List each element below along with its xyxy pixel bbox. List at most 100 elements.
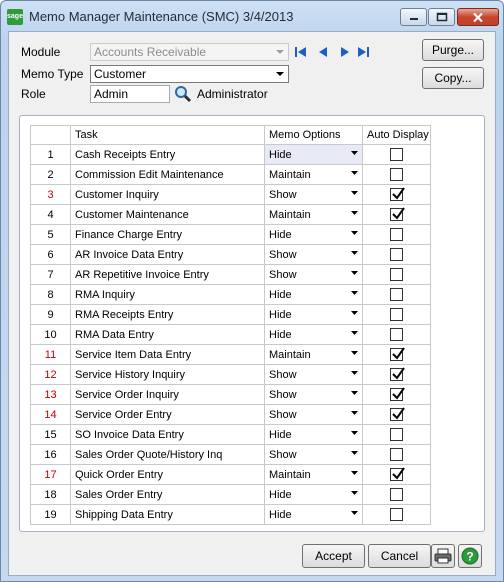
auto-display-checkbox[interactable] xyxy=(390,328,403,341)
table-row[interactable]: 11 Service Item Data Entry Maintain xyxy=(30,344,431,365)
table-row[interactable]: 18 Sales Order Entry Hide xyxy=(30,484,431,505)
table-row[interactable]: 19 Shipping Data Entry Hide xyxy=(30,504,431,525)
memo-option-dropdown[interactable]: Show xyxy=(264,264,363,285)
table-row[interactable]: 8 RMA Inquiry Hide xyxy=(30,284,431,305)
memo-option-dropdown[interactable]: Maintain xyxy=(264,464,363,485)
task-name[interactable]: Service Order Entry xyxy=(70,404,265,425)
table-row[interactable]: 13 Service Order Inquiry Show xyxy=(30,384,431,405)
auto-display-checkbox[interactable] xyxy=(390,347,405,361)
memo-option-dropdown[interactable]: Hide xyxy=(264,224,363,245)
auto-display-checkbox[interactable] xyxy=(390,508,403,521)
auto-display-checkbox[interactable] xyxy=(390,367,405,381)
chevron-down-icon xyxy=(351,271,358,275)
memo-option-dropdown[interactable]: Maintain xyxy=(264,164,363,185)
purge-button[interactable]: Purge... xyxy=(422,39,484,61)
memo-option-dropdown[interactable]: Maintain xyxy=(264,344,363,365)
task-name[interactable]: Customer Inquiry xyxy=(70,184,265,205)
next-record-icon[interactable] xyxy=(338,45,352,59)
cancel-button[interactable]: Cancel xyxy=(368,544,431,568)
task-name[interactable]: Sales Order Quote/History Inq xyxy=(70,444,265,465)
table-row[interactable]: 15 SO Invoice Data Entry Hide xyxy=(30,424,431,445)
auto-display-checkbox[interactable] xyxy=(390,488,403,501)
task-name[interactable]: Quick Order Entry xyxy=(70,464,265,485)
table-row[interactable]: 1 Cash Receipts Entry Hide xyxy=(30,144,431,165)
auto-display-checkbox[interactable] xyxy=(390,268,403,281)
row-number: 2 xyxy=(30,164,71,185)
task-name[interactable]: AR Repetitive Invoice Entry xyxy=(70,264,265,285)
close-button[interactable] xyxy=(457,8,499,26)
help-button[interactable]: ? xyxy=(458,544,482,568)
memo-option-dropdown[interactable]: Hide xyxy=(264,144,363,165)
table-row[interactable]: 5 Finance Charge Entry Hide xyxy=(30,224,431,245)
memo-type-dropdown[interactable]: Customer xyxy=(90,65,289,83)
first-record-icon[interactable] xyxy=(294,45,308,59)
task-name[interactable]: Service History Inquiry xyxy=(70,364,265,385)
table-row[interactable]: 17 Quick Order Entry Maintain xyxy=(30,464,431,485)
memo-option-dropdown[interactable]: Hide xyxy=(264,324,363,345)
task-name[interactable]: Sales Order Entry xyxy=(70,484,265,505)
auto-display-checkbox[interactable] xyxy=(390,407,405,421)
table-row[interactable]: 9 RMA Receipts Entry Hide xyxy=(30,304,431,325)
memo-option-dropdown[interactable]: Hide xyxy=(264,484,363,505)
task-name[interactable]: Customer Maintenance xyxy=(70,204,265,225)
auto-display-checkbox[interactable] xyxy=(390,448,403,461)
module-dropdown[interactable]: Accounts Receivable xyxy=(90,43,289,61)
memo-option-dropdown[interactable]: Hide xyxy=(264,284,363,305)
chevron-down-icon xyxy=(351,151,358,155)
task-name[interactable]: Finance Charge Entry xyxy=(70,224,265,245)
minimize-button[interactable] xyxy=(400,8,427,26)
task-name[interactable]: Cash Receipts Entry xyxy=(70,144,265,165)
print-button[interactable] xyxy=(431,544,455,568)
task-name[interactable]: RMA Data Entry xyxy=(70,324,265,345)
checkmark-icon xyxy=(392,467,405,480)
memo-option-dropdown[interactable]: Show xyxy=(264,244,363,265)
task-name[interactable]: SO Invoice Data Entry xyxy=(70,424,265,445)
auto-display-checkbox[interactable] xyxy=(390,428,403,441)
copy-button[interactable]: Copy... xyxy=(422,67,484,89)
memo-option-dropdown[interactable]: Show xyxy=(264,364,363,385)
table-row[interactable]: 3 Customer Inquiry Show xyxy=(30,184,431,205)
auto-display-checkbox[interactable] xyxy=(390,207,405,221)
accept-button[interactable]: Accept xyxy=(302,544,365,568)
maximize-button[interactable] xyxy=(428,8,455,26)
search-lookup-icon[interactable] xyxy=(174,85,192,103)
table-row[interactable]: 12 Service History Inquiry Show xyxy=(30,364,431,385)
memo-option-dropdown[interactable]: Hide xyxy=(264,304,363,325)
auto-display-checkbox[interactable] xyxy=(390,248,403,261)
table-row[interactable]: 10 RMA Data Entry Hide xyxy=(30,324,431,345)
auto-display-checkbox[interactable] xyxy=(390,187,405,201)
previous-record-icon[interactable] xyxy=(316,45,330,59)
auto-display-checkbox[interactable] xyxy=(390,228,403,241)
auto-display-cell xyxy=(362,224,431,245)
auto-display-checkbox[interactable] xyxy=(390,308,403,321)
auto-display-checkbox[interactable] xyxy=(390,467,405,481)
auto-display-cell xyxy=(362,324,431,345)
auto-display-checkbox[interactable] xyxy=(390,288,403,301)
table-row[interactable]: 6 AR Invoice Data Entry Show xyxy=(30,244,431,265)
role-input[interactable]: Admin xyxy=(90,85,170,103)
table-row[interactable]: 16 Sales Order Quote/History Inq Show xyxy=(30,444,431,465)
memo-option-dropdown[interactable]: Show xyxy=(264,384,363,405)
task-name[interactable]: Shipping Data Entry xyxy=(70,504,265,525)
task-name[interactable]: Service Order Inquiry xyxy=(70,384,265,405)
auto-display-checkbox[interactable] xyxy=(390,387,405,401)
table-row[interactable]: 2 Commission Edit Maintenance Maintain xyxy=(30,164,431,185)
memo-option-dropdown[interactable]: Maintain xyxy=(264,204,363,225)
table-row[interactable]: 7 AR Repetitive Invoice Entry Show xyxy=(30,264,431,285)
last-record-icon[interactable] xyxy=(356,45,370,59)
task-name[interactable]: RMA Inquiry xyxy=(70,284,265,305)
row-number: 1 xyxy=(30,144,71,165)
auto-display-checkbox[interactable] xyxy=(390,148,403,161)
task-name[interactable]: RMA Receipts Entry xyxy=(70,304,265,325)
task-name[interactable]: Commission Edit Maintenance xyxy=(70,164,265,185)
memo-option-dropdown[interactable]: Hide xyxy=(264,504,363,525)
task-name[interactable]: Service Item Data Entry xyxy=(70,344,265,365)
auto-display-checkbox[interactable] xyxy=(390,168,403,181)
memo-option-dropdown[interactable]: Show xyxy=(264,444,363,465)
table-row[interactable]: 4 Customer Maintenance Maintain xyxy=(30,204,431,225)
memo-option-dropdown[interactable]: Hide xyxy=(264,424,363,445)
memo-option-dropdown[interactable]: Show xyxy=(264,404,363,425)
table-row[interactable]: 14 Service Order Entry Show xyxy=(30,404,431,425)
memo-option-dropdown[interactable]: Show xyxy=(264,184,363,205)
task-name[interactable]: AR Invoice Data Entry xyxy=(70,244,265,265)
